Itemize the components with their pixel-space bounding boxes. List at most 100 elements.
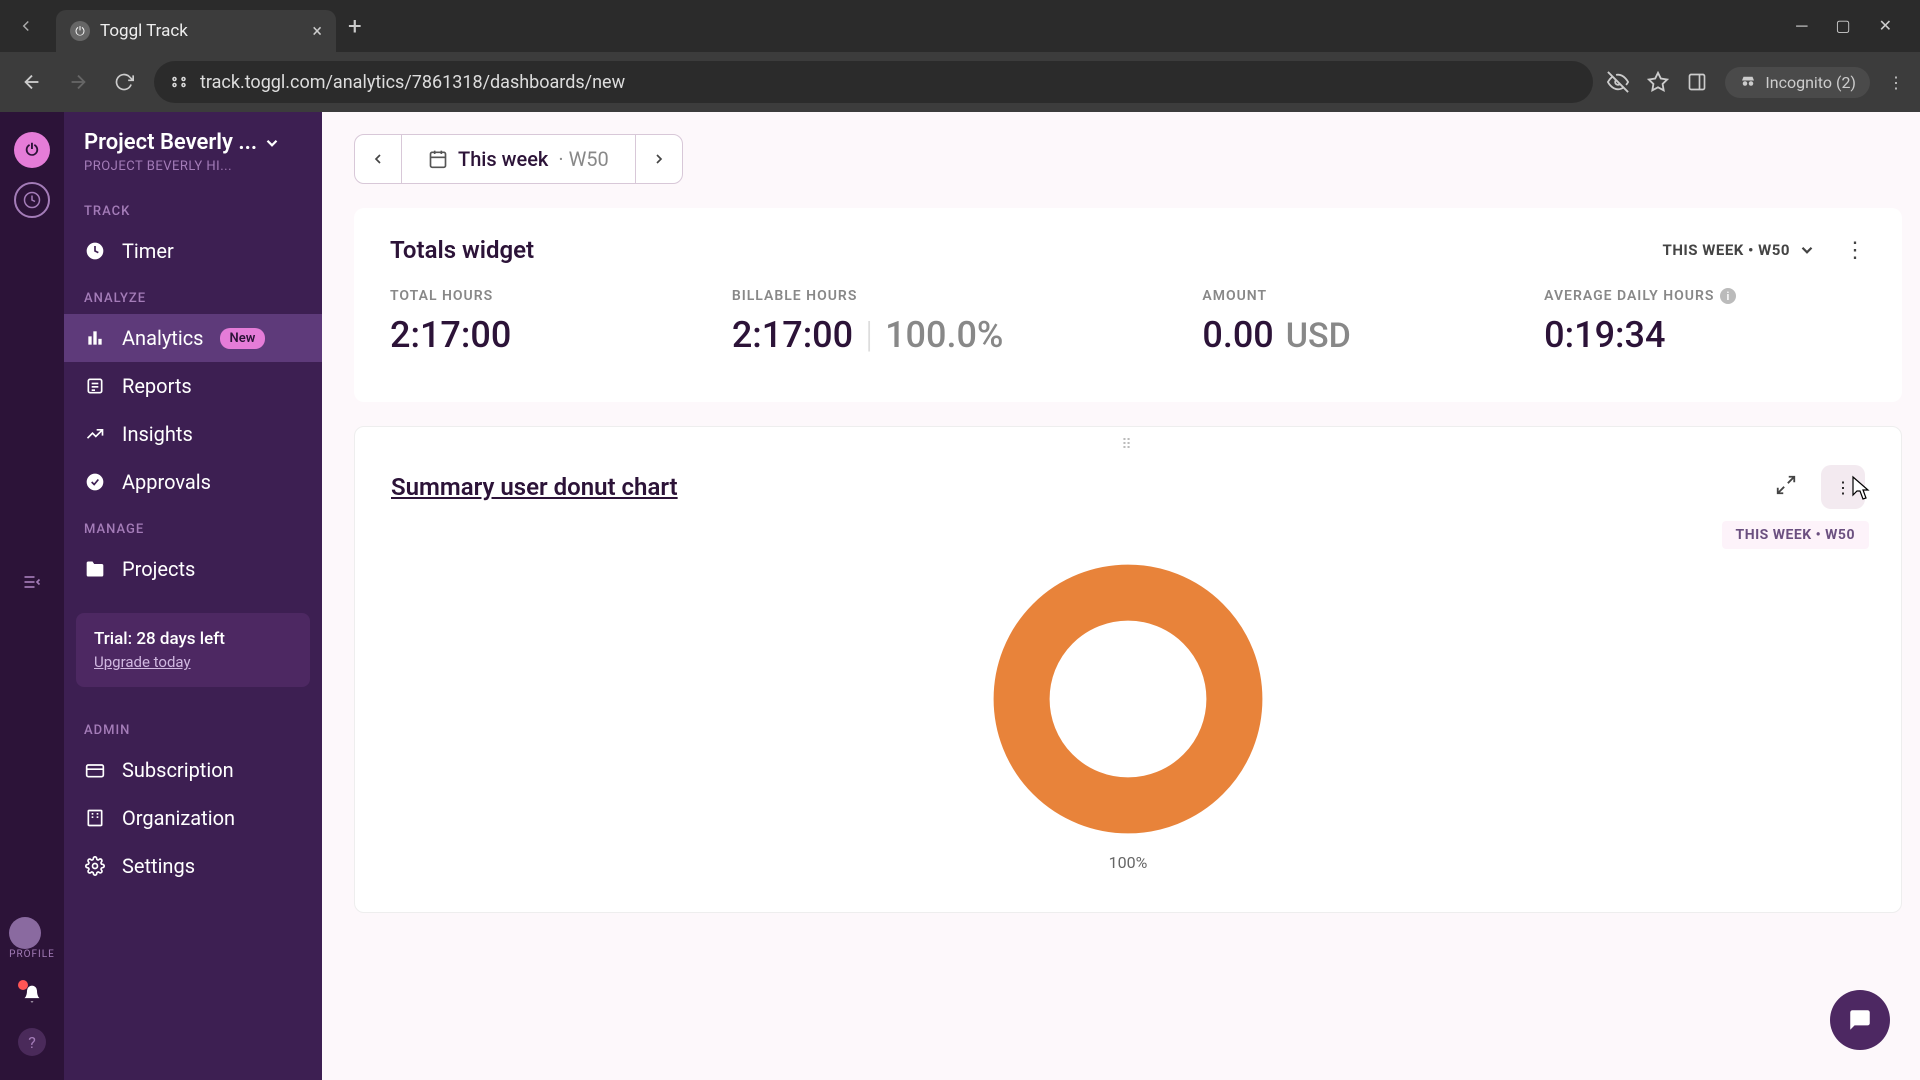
metric-total-hours: TOTAL HOURS 2:17:00 bbox=[390, 288, 712, 356]
collapse-sidebar-icon[interactable] bbox=[22, 572, 42, 597]
nav-reload-icon[interactable] bbox=[108, 66, 140, 98]
settings-icon bbox=[84, 855, 106, 877]
sidebar-item-projects[interactable]: Projects bbox=[64, 545, 322, 593]
metric-label: TOTAL HOURS bbox=[390, 288, 712, 304]
date-range-picker[interactable]: This week · W50 bbox=[354, 134, 683, 184]
expand-icon[interactable] bbox=[1775, 474, 1797, 501]
insights-icon bbox=[84, 423, 106, 445]
metric-avg-daily: AVERAGE DAILY HOURS i 0:19:34 bbox=[1544, 288, 1866, 356]
section-analyze: ANALYZE bbox=[64, 275, 322, 314]
window-maximize-icon[interactable]: ▢ bbox=[1835, 16, 1850, 36]
history-back-chevron[interactable] bbox=[8, 8, 44, 44]
donut-svg bbox=[988, 559, 1268, 839]
url-field[interactable]: track.toggl.com/analytics/7861318/dashbo… bbox=[154, 61, 1593, 103]
chat-icon bbox=[1847, 1007, 1873, 1033]
calendar-icon bbox=[428, 149, 448, 169]
site-settings-icon[interactable] bbox=[170, 73, 188, 91]
mini-rail: ⏻ PROFILE ? bbox=[0, 112, 64, 1080]
browser-tab-strip: ⏻ Toggl Track × + ─ ▢ ✕ bbox=[0, 0, 1920, 52]
trial-title: Trial: 28 days left bbox=[94, 629, 292, 649]
trial-banner: Trial: 28 days left Upgrade today bbox=[76, 613, 310, 687]
org-subtitle: PROJECT BEVERLY HI... bbox=[84, 159, 302, 174]
window-controls: ─ ▢ ✕ bbox=[1796, 16, 1912, 36]
sidebar-item-subscription[interactable]: Subscription bbox=[64, 746, 322, 794]
browser-tab-active[interactable]: ⏻ Toggl Track × bbox=[56, 10, 336, 52]
sidebar-item-label: Settings bbox=[122, 854, 195, 878]
sidebar-item-reports[interactable]: Reports bbox=[64, 362, 322, 410]
date-prev-icon[interactable] bbox=[355, 151, 401, 167]
profile-avatar-group[interactable]: PROFILE bbox=[9, 917, 55, 960]
incognito-badge[interactable]: Incognito (2) bbox=[1725, 67, 1870, 98]
totals-widget: Totals widget THIS WEEK • W50 ⋮ TOTAL HO… bbox=[354, 208, 1902, 402]
main-content: This week · W50 Totals widget THIS WEEK … bbox=[322, 112, 1920, 1080]
date-center[interactable]: This week · W50 bbox=[401, 135, 636, 183]
sidebar-item-organization[interactable]: Organization bbox=[64, 794, 322, 842]
sidebar-item-analytics[interactable]: Analytics New bbox=[64, 314, 322, 362]
approvals-icon bbox=[84, 471, 106, 493]
browser-menu-icon[interactable]: ⋮ bbox=[1888, 73, 1904, 92]
sidebar-item-insights[interactable]: Insights bbox=[64, 410, 322, 458]
chat-support-button[interactable] bbox=[1830, 990, 1890, 1050]
org-name: Project Beverly ... bbox=[84, 130, 257, 155]
sidebar-item-label: Organization bbox=[122, 806, 235, 830]
billable-pct: 100.0% bbox=[885, 314, 1003, 356]
widget-title-link[interactable]: Summary user donut chart bbox=[391, 473, 678, 501]
url-text: track.toggl.com/analytics/7861318/dashbo… bbox=[200, 72, 625, 93]
organization-icon bbox=[84, 807, 106, 829]
org-switcher[interactable]: Project Beverly ... PROJECT BEVERLY HI..… bbox=[64, 126, 322, 188]
tab-title: Toggl Track bbox=[100, 21, 188, 41]
metric-value: 0:19:34 bbox=[1544, 314, 1866, 356]
metric-amount: AMOUNT 0.00 USD bbox=[1202, 288, 1524, 356]
side-panel-icon[interactable] bbox=[1687, 72, 1707, 92]
billable-value: 2:17:00 bbox=[732, 314, 853, 356]
window-minimize-icon[interactable]: ─ bbox=[1796, 16, 1807, 36]
widget-title: Totals widget bbox=[390, 236, 534, 264]
section-track: TRACK bbox=[64, 188, 322, 227]
nav-back-icon[interactable] bbox=[16, 66, 48, 98]
subscription-icon bbox=[84, 759, 106, 781]
metric-billable-hours: BILLABLE HOURS 2:17:00 | 100.0% bbox=[732, 288, 1183, 356]
sidebar-item-label: Analytics bbox=[122, 326, 204, 350]
drag-handle-icon[interactable]: ⠿ bbox=[1121, 437, 1134, 453]
chevron-down-icon bbox=[1798, 241, 1816, 259]
new-tab-button[interactable]: + bbox=[348, 12, 362, 40]
date-next-icon[interactable] bbox=[636, 151, 682, 167]
donut-percent-label: 100% bbox=[1109, 853, 1148, 872]
window-close-icon[interactable]: ✕ bbox=[1879, 16, 1892, 36]
sidebar-item-label: Approvals bbox=[122, 470, 211, 494]
incognito-icon bbox=[1739, 73, 1757, 91]
section-manage: MANAGE bbox=[64, 506, 322, 545]
widget-more-button[interactable]: ⋮ bbox=[1821, 465, 1865, 509]
widget-range-dropdown[interactable]: THIS WEEK • W50 bbox=[1663, 241, 1816, 259]
eye-off-icon[interactable] bbox=[1607, 71, 1629, 93]
section-admin: ADMIN bbox=[64, 707, 322, 746]
widget-more-icon[interactable]: ⋮ bbox=[1844, 238, 1866, 263]
new-badge: New bbox=[220, 328, 266, 349]
bookmark-star-icon[interactable] bbox=[1647, 71, 1669, 93]
info-icon[interactable]: i bbox=[1720, 288, 1736, 304]
date-week: · W50 bbox=[558, 147, 608, 171]
analytics-icon bbox=[84, 327, 106, 349]
tab-close-icon[interactable]: × bbox=[312, 21, 322, 42]
nav-forward-icon[interactable] bbox=[62, 66, 94, 98]
sidebar-item-label: Reports bbox=[122, 374, 192, 398]
amount-value: 0.00 bbox=[1202, 314, 1273, 356]
range-badge: THIS WEEK • W50 bbox=[1722, 521, 1869, 549]
reports-icon bbox=[84, 375, 106, 397]
donut-chart: 100% bbox=[391, 559, 1865, 872]
tab-favicon: ⏻ bbox=[70, 21, 90, 41]
projects-icon bbox=[84, 558, 106, 580]
upgrade-link[interactable]: Upgrade today bbox=[94, 653, 191, 671]
donut-widget: ⠿ Summary user donut chart ⋮ THIS W bbox=[354, 426, 1902, 913]
notifications-bell-icon[interactable] bbox=[20, 982, 44, 1006]
help-icon[interactable]: ? bbox=[18, 1028, 46, 1056]
date-label: This week bbox=[458, 147, 548, 171]
sidebar-item-approvals[interactable]: Approvals bbox=[64, 458, 322, 506]
sidebar-item-label: Projects bbox=[122, 557, 195, 581]
rail-clock-icon[interactable] bbox=[14, 182, 50, 218]
sidebar-item-timer[interactable]: Timer bbox=[64, 227, 322, 275]
toggl-power-icon[interactable]: ⏻ bbox=[14, 132, 50, 168]
sidebar-item-settings[interactable]: Settings bbox=[64, 842, 322, 890]
sidebar-item-label: Insights bbox=[122, 422, 193, 446]
metric-value: 2:17:00 bbox=[390, 314, 712, 356]
